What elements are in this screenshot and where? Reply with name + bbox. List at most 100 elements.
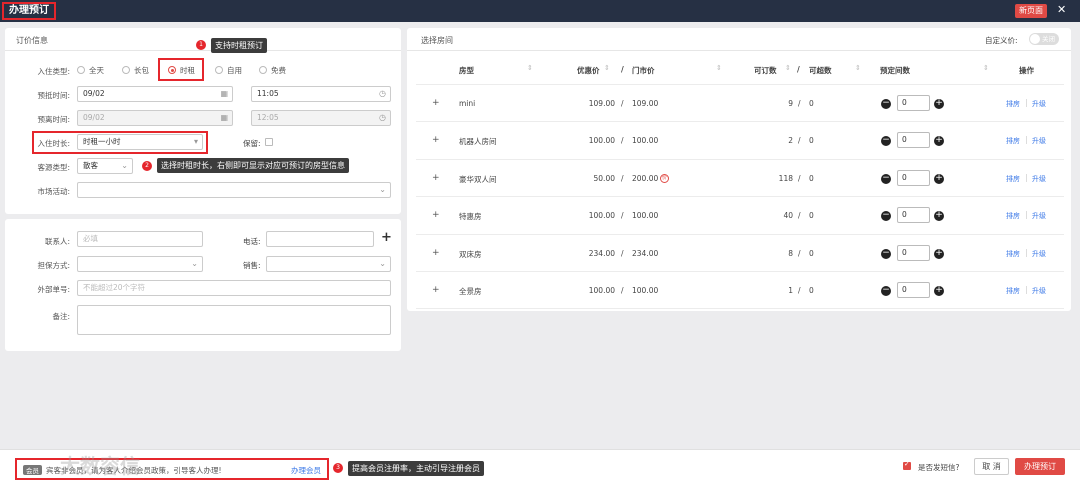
ext-no-input[interactable]: 不能超过20个字符 xyxy=(77,280,391,296)
booking-info-title: 订价信息 xyxy=(16,36,48,45)
clock-icon: ◷ xyxy=(379,89,386,98)
contact-input[interactable]: 必填 xyxy=(77,231,203,247)
expand-row-icon[interactable]: + xyxy=(432,285,440,295)
col-booked: 预定间数 xyxy=(880,66,910,75)
cancel-button[interactable]: 取 消 xyxy=(974,458,1009,475)
decrement-button[interactable]: − xyxy=(881,99,891,109)
radio-label: 免费 xyxy=(271,66,286,75)
arrange-room-link[interactable]: 排房 xyxy=(1006,211,1020,221)
increment-button[interactable]: + xyxy=(934,248,944,259)
radio-self-use[interactable]: 自用 xyxy=(215,66,242,76)
sales-select[interactable]: ⌄ xyxy=(266,256,391,272)
departure-date-input: 09/02 ▦ xyxy=(77,110,233,126)
available-count: 8 xyxy=(788,248,793,258)
arrival-date-input[interactable]: 09/02 ▦ xyxy=(77,86,233,102)
sort-icon[interactable]: ⇕ xyxy=(983,64,989,72)
arrange-room-link[interactable]: 排房 xyxy=(1006,174,1020,184)
annotation-3-tip: 提高会员注册率，主动引导注册会员 xyxy=(348,461,484,476)
member-tag: 会员 xyxy=(23,465,42,475)
available-count: 2 xyxy=(788,136,793,146)
decrement-button[interactable]: − xyxy=(881,248,891,259)
quantity-input[interactable]: 0 xyxy=(897,282,930,298)
upgrade-link[interactable]: 升级 xyxy=(1032,249,1046,259)
quantity-input[interactable]: 0 xyxy=(897,244,930,261)
count-slash: / xyxy=(798,286,801,295)
price-slash: / xyxy=(621,286,624,295)
quantity-input[interactable]: 0 xyxy=(897,207,930,224)
price-slash: / xyxy=(621,211,624,221)
col-overbook: 可超数 xyxy=(809,66,832,75)
close-icon[interactable]: ✕ xyxy=(1057,3,1066,17)
upgrade-link[interactable]: 升级 xyxy=(1032,286,1046,296)
row-line xyxy=(416,196,1064,198)
room-name: mini xyxy=(459,99,476,108)
guarantee-select[interactable]: ⌄ xyxy=(77,256,203,272)
radio-label: 自用 xyxy=(227,66,242,75)
radio-dot xyxy=(77,66,85,74)
upgrade-link[interactable]: 升级 xyxy=(1032,99,1046,109)
quantity-input[interactable]: 0 xyxy=(897,132,930,149)
radio-full-day[interactable]: 全天 xyxy=(77,66,104,76)
increment-button[interactable]: + xyxy=(934,136,944,147)
phone-input[interactable] xyxy=(266,231,374,247)
chevron-down-icon: ⌄ xyxy=(191,259,198,268)
arrange-room-link[interactable]: 排房 xyxy=(1006,286,1020,296)
sort-icon[interactable]: ⇕ xyxy=(785,64,791,72)
watermark: 大数容信 xyxy=(60,454,140,478)
calendar-icon: ▦ xyxy=(220,89,228,98)
sms-check-icon: ✓ xyxy=(904,460,910,468)
expand-row-icon[interactable]: + xyxy=(432,248,440,258)
increment-button[interactable]: + xyxy=(934,173,944,184)
decrement-button[interactable]: − xyxy=(881,136,891,147)
radio-long-stay[interactable]: 长包 xyxy=(122,66,149,76)
expand-row-icon[interactable]: + xyxy=(432,98,440,108)
sort-icon[interactable]: ⇕ xyxy=(604,64,610,72)
row-line xyxy=(416,308,1064,310)
market-select[interactable]: ⌄ xyxy=(77,182,391,198)
expand-row-icon[interactable]: + xyxy=(432,135,440,145)
arrange-room-link[interactable]: 排房 xyxy=(1006,99,1020,109)
register-member-link[interactable]: 办理会员 xyxy=(291,465,321,476)
remark-textarea[interactable] xyxy=(77,305,391,335)
add-phone-button[interactable]: + xyxy=(381,230,392,245)
phone-label: 电话: xyxy=(243,237,261,246)
sort-icon[interactable]: ⇕ xyxy=(855,64,861,72)
submit-booking-button[interactable]: 办理预订 xyxy=(1015,458,1065,475)
upgrade-link[interactable]: 升级 xyxy=(1032,136,1046,146)
increment-button[interactable]: + xyxy=(934,211,944,222)
arrange-room-link[interactable]: 排房 xyxy=(1006,249,1020,259)
action-separator xyxy=(1026,173,1027,182)
sort-icon[interactable]: ⇕ xyxy=(716,64,722,72)
departure-label: 预离时间: xyxy=(37,115,70,124)
decrement-button[interactable]: − xyxy=(881,173,891,184)
rooms-title: 选择房间 xyxy=(421,36,453,45)
expand-row-icon[interactable]: + xyxy=(432,173,440,183)
expand-row-icon[interactable]: + xyxy=(432,210,440,220)
new-page-button[interactable]: 新页面 xyxy=(1015,4,1047,18)
room-name: 机器人房间 xyxy=(459,137,497,147)
sales-label: 销售: xyxy=(243,261,261,270)
decrement-button[interactable]: − xyxy=(881,211,891,222)
increment-button[interactable]: + xyxy=(934,99,944,109)
radio-free[interactable]: 免费 xyxy=(259,66,286,76)
decrement-button[interactable]: − xyxy=(881,286,891,296)
arrange-room-link[interactable]: 排房 xyxy=(1006,136,1020,146)
toggle-knob xyxy=(1030,34,1040,44)
upgrade-link[interactable]: 升级 xyxy=(1032,174,1046,184)
quantity-input[interactable]: 0 xyxy=(897,169,930,186)
retain-checkbox[interactable] xyxy=(265,138,273,146)
upgrade-link[interactable]: 升级 xyxy=(1032,211,1046,221)
arrival-time-input[interactable]: 11:05 ◷ xyxy=(251,86,391,102)
overbook-count: 0 xyxy=(809,248,814,258)
custom-price-toggle[interactable]: 关闭 xyxy=(1029,33,1059,45)
sort-icon[interactable]: ⇕ xyxy=(527,64,533,72)
quantity-input[interactable]: 0 xyxy=(897,95,930,111)
price-tag-icon[interactable]: 价 xyxy=(660,173,669,183)
source-select[interactable]: 散客 ⌄ xyxy=(77,158,133,174)
ext-no-placeholder: 不能超过20个字符 xyxy=(83,283,146,292)
chevron-down-icon: ⌄ xyxy=(121,161,128,170)
highlight-hourly xyxy=(158,58,204,81)
custom-price-label: 自定义价: xyxy=(985,36,1018,45)
increment-button[interactable]: + xyxy=(934,286,944,296)
action-separator xyxy=(1026,248,1027,257)
